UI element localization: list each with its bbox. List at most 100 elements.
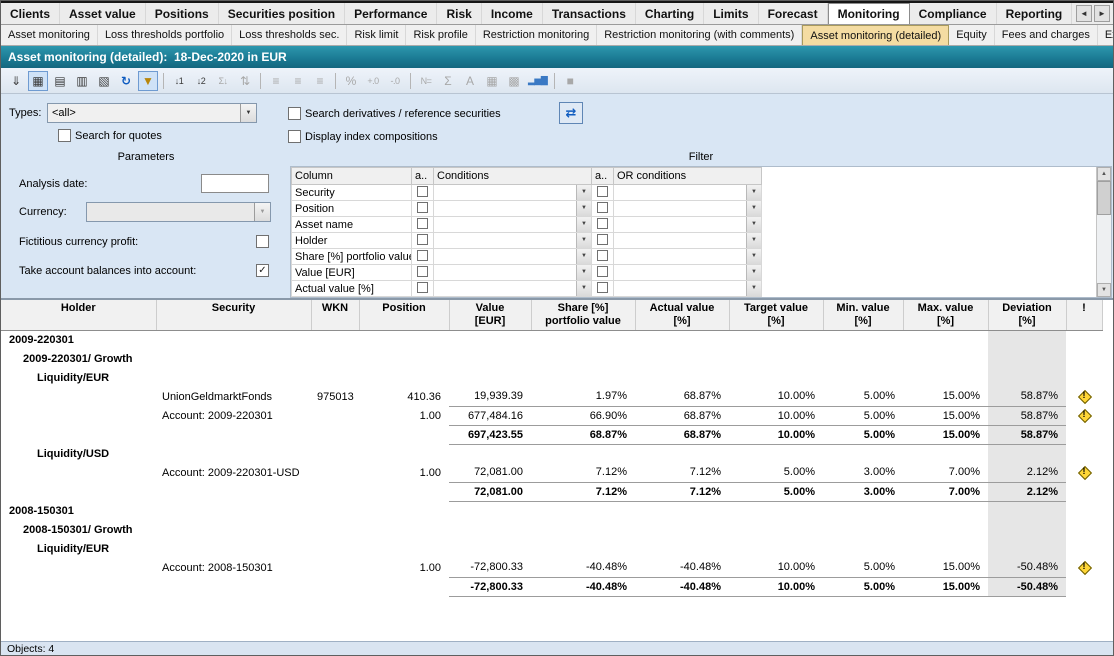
copy-icon[interactable]: ▤	[50, 71, 70, 91]
tab-compliance[interactable]: Compliance	[910, 3, 997, 24]
dropdown-arrow-icon[interactable]: ▼	[576, 185, 591, 200]
col-header-security[interactable]: Security	[156, 300, 311, 330]
filter-conditions-cell[interactable]: ▼	[434, 281, 592, 297]
sort-ascending-icon[interactable]: ↓2	[191, 71, 211, 91]
group-row[interactable]: Liquidity/USD	[1, 444, 1102, 463]
tab-monitoring[interactable]: Monitoring	[828, 3, 910, 24]
filter-or-conditions-cell[interactable]: ▼	[614, 217, 762, 233]
dropdown-arrow-icon[interactable]: ▼	[746, 281, 761, 296]
refresh-search-button[interactable]: ⇄	[559, 102, 583, 124]
tab-risk[interactable]: Risk	[437, 3, 481, 24]
layout-icon[interactable]: ▥	[72, 71, 92, 91]
filter-or-checkbox[interactable]	[597, 234, 608, 245]
filter-and-checkbox[interactable]	[417, 266, 428, 277]
filter-conditions-cell[interactable]: ▼	[434, 265, 592, 281]
scrollbar-thumb[interactable]	[1097, 181, 1111, 215]
tab-scroll-right-button[interactable]: ►	[1094, 5, 1110, 22]
dropdown-arrow-icon[interactable]: ▼	[576, 233, 591, 248]
count-icon[interactable]: N=	[416, 71, 436, 91]
dropdown-arrow-icon[interactable]: ▼	[746, 265, 761, 280]
tab-reporting[interactable]: Reporting	[997, 3, 1073, 24]
fictitious-currency-profit-checkbox[interactable]	[256, 235, 269, 248]
filter-and-checkbox[interactable]	[417, 234, 428, 245]
tab-scroll-left-button[interactable]: ◄	[1076, 5, 1092, 22]
col-header-min-value[interactable]: Min. value [%]	[823, 300, 903, 330]
tab-charting[interactable]: Charting	[636, 3, 704, 24]
col-header-share[interactable]: Share [%] portfolio value	[531, 300, 635, 330]
col-header-target-value[interactable]: Target value [%]	[729, 300, 823, 330]
align-right-icon[interactable]: ≡	[310, 71, 330, 91]
tab-limits[interactable]: Limits	[704, 3, 758, 24]
group-row[interactable]: 2009-220301	[1, 330, 1102, 349]
increase-decimal-icon[interactable]: +.0	[363, 71, 383, 91]
grid-icon[interactable]: ▦	[482, 71, 502, 91]
borders-icon[interactable]: ▩	[504, 71, 524, 91]
filter-or-checkbox[interactable]	[597, 282, 608, 293]
refresh-icon[interactable]: ↻	[116, 71, 136, 91]
dropdown-arrow-icon[interactable]: ▼	[746, 217, 761, 232]
dropdown-arrow-icon[interactable]: ▼	[746, 233, 761, 248]
decrease-decimal-icon[interactable]: -.0	[385, 71, 405, 91]
filter-or-conditions-cell[interactable]: ▼	[614, 201, 762, 217]
filter-conditions-cell[interactable]: ▼	[434, 217, 592, 233]
search-derivatives-checkbox[interactable]	[288, 107, 301, 120]
group-row[interactable]: Liquidity/EUR	[1, 368, 1102, 387]
filter-and-checkbox[interactable]	[417, 250, 428, 261]
subtotal-row[interactable]: 697,423.5568.87%68.87%10.00%5.00%15.00%5…	[1, 425, 1102, 444]
percent-icon[interactable]: %	[341, 71, 361, 91]
export-table-icon[interactable]: ⇓	[6, 71, 26, 91]
filter-or-checkbox[interactable]	[597, 266, 608, 277]
new-window-icon[interactable]: ▧	[94, 71, 114, 91]
group-row[interactable]: 2008-150301	[1, 501, 1102, 520]
dropdown-arrow-icon[interactable]: ▼	[746, 185, 761, 200]
scroll-down-icon[interactable]: ▼	[1097, 283, 1111, 297]
subtab-fees-and-charges[interactable]: Fees and charges	[995, 25, 1098, 45]
font-icon[interactable]: A	[460, 71, 480, 91]
tab-securities-position[interactable]: Securities position	[219, 3, 345, 24]
filter-or-checkbox[interactable]	[597, 250, 608, 261]
tab-forecast[interactable]: Forecast	[759, 3, 828, 24]
filter-or-conditions-cell[interactable]: ▼	[614, 233, 762, 249]
col-header-deviation[interactable]: Deviation [%]	[988, 300, 1066, 330]
align-left-icon[interactable]: ≡	[266, 71, 286, 91]
filter-scrollbar[interactable]: ▲ ▼	[1096, 167, 1111, 297]
chevron-down-icon[interactable]: ▼	[240, 104, 256, 122]
sort-az-icon[interactable]: ⇅	[235, 71, 255, 91]
types-select[interactable]: <all> ▼	[47, 103, 257, 123]
tab-income[interactable]: Income	[482, 3, 543, 24]
security-row[interactable]: Account: 2009-220301-USD1.0072,081.007.1…	[1, 463, 1102, 482]
sum-icon[interactable]: Σ	[438, 71, 458, 91]
dropdown-arrow-icon[interactable]: ▼	[576, 249, 591, 264]
filter-icon[interactable]: ▼	[138, 71, 158, 91]
tab-performance[interactable]: Performance	[345, 3, 437, 24]
analysis-date-input[interactable]	[201, 174, 269, 193]
dropdown-arrow-icon[interactable]: ▼	[576, 281, 591, 296]
dropdown-arrow-icon[interactable]: ▼	[576, 265, 591, 280]
tab-clients[interactable]: Clients	[1, 3, 60, 24]
subtab-equity[interactable]: Equity	[949, 25, 995, 45]
dropdown-arrow-icon[interactable]: ▼	[576, 217, 591, 232]
subtab-excess[interactable]: Excess	[1098, 25, 1113, 45]
col-header-actual-value[interactable]: Actual value [%]	[635, 300, 729, 330]
col-header-warning[interactable]: !	[1066, 300, 1102, 330]
security-row[interactable]: UnionGeldmarktFonds975013410.3619,939.39…	[1, 387, 1102, 406]
group-row[interactable]: 2009-220301/ Growth	[1, 349, 1102, 368]
security-row[interactable]: Account: 2009-2203011.00677,484.1666.90%…	[1, 406, 1102, 425]
subtotal-row[interactable]: 72,081.007.12%7.12%5.00%3.00%7.00%2.12%	[1, 482, 1102, 501]
tab-positions[interactable]: Positions	[146, 3, 219, 24]
group-row[interactable]: Liquidity/EUR	[1, 539, 1102, 558]
stop-icon[interactable]: ■	[560, 71, 580, 91]
filter-or-conditions-cell[interactable]: ▼	[614, 249, 762, 265]
filter-or-conditions-cell[interactable]: ▼	[614, 281, 762, 297]
subtab-risk-profile[interactable]: Risk profile	[406, 25, 475, 45]
display-index-compositions-checkbox[interactable]	[288, 130, 301, 143]
filter-conditions-cell[interactable]: ▼	[434, 201, 592, 217]
currency-select[interactable]: ▼	[86, 202, 271, 222]
scroll-up-icon[interactable]: ▲	[1097, 167, 1111, 181]
filter-or-checkbox[interactable]	[597, 218, 608, 229]
subtab-loss-thresholds-portfolio[interactable]: Loss thresholds portfolio	[98, 25, 232, 45]
search-for-quotes-checkbox[interactable]	[58, 129, 71, 142]
filter-or-checkbox[interactable]	[597, 186, 608, 197]
align-center-icon[interactable]: ≡	[288, 71, 308, 91]
col-header-value[interactable]: Value [EUR]	[449, 300, 531, 330]
